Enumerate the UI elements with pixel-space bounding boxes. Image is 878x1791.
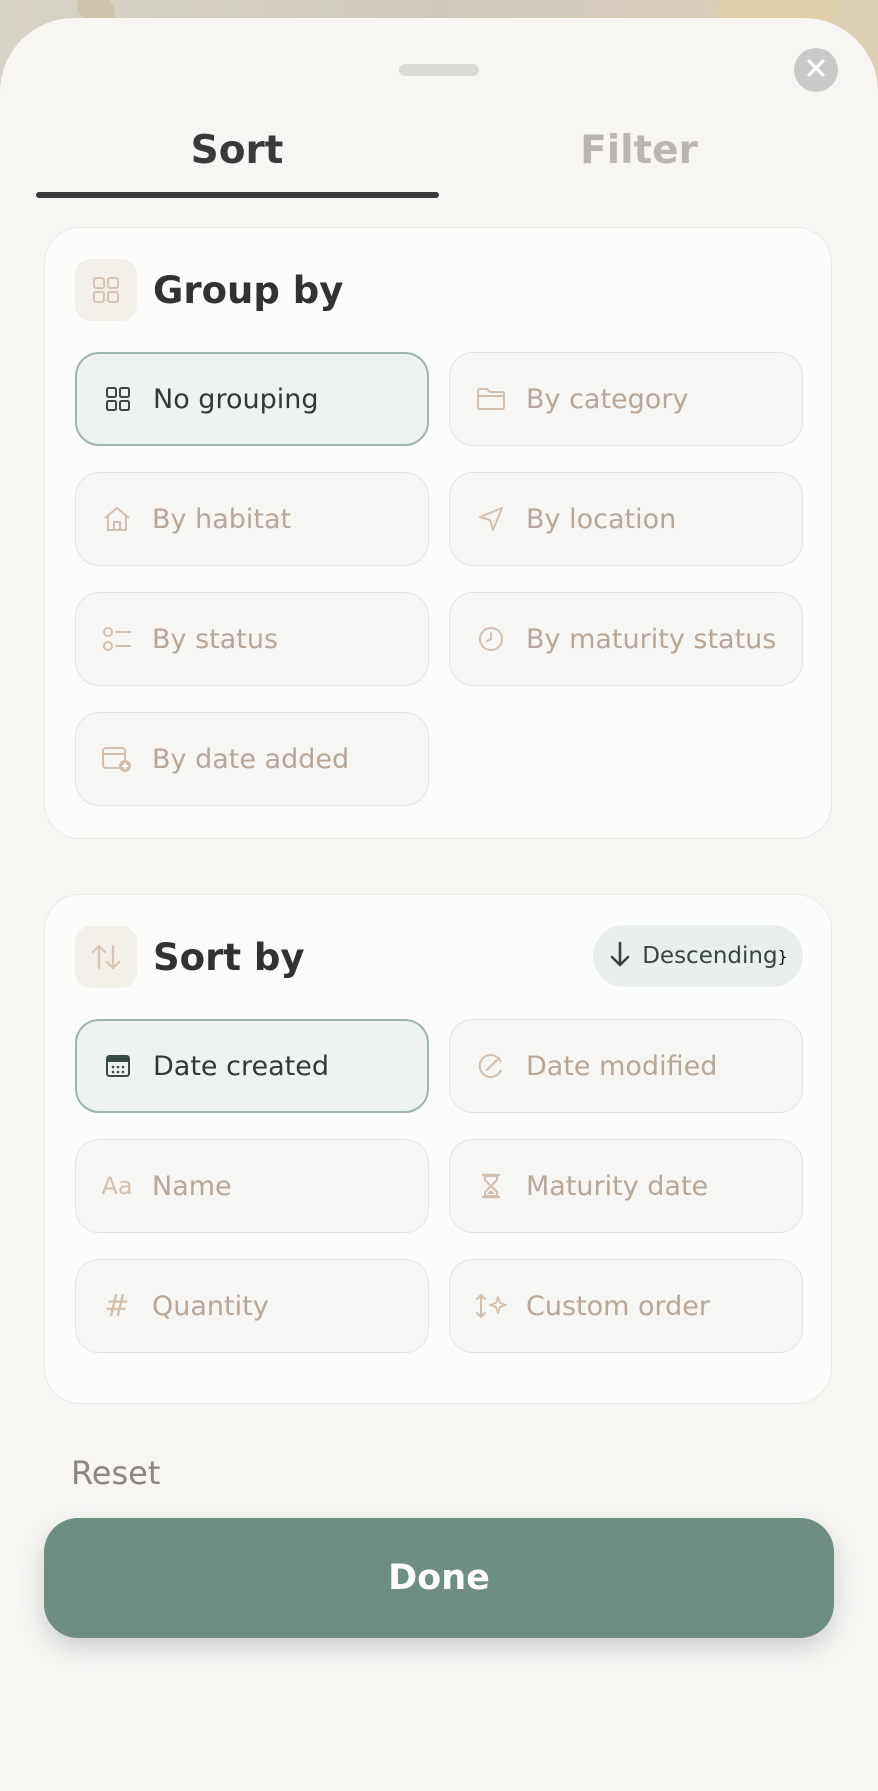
house-icon <box>100 502 134 536</box>
reset-button[interactable]: Reset <box>71 1454 160 1492</box>
calendar-add-icon <box>100 742 134 776</box>
sort-by-card: Sort by Descending } Date created Date m… <box>44 894 832 1404</box>
group-by-header: Group by <box>75 258 343 322</box>
sort-by-title: Sort by <box>153 935 305 979</box>
option-label: No grouping <box>153 383 319 415</box>
arrow-down-icon <box>608 940 632 972</box>
group-option-by-habitat[interactable]: By habitat <box>75 472 429 566</box>
tab-bar: Sort Filter <box>36 108 840 200</box>
folder-icon <box>474 382 508 416</box>
sort-option-custom-order[interactable]: Custom order <box>449 1259 803 1353</box>
option-label: Quantity <box>152 1290 269 1322</box>
active-tab-indicator <box>36 192 439 198</box>
option-label: Date created <box>153 1050 329 1082</box>
option-label: By date added <box>152 743 350 775</box>
option-label: Name <box>152 1170 232 1202</box>
option-label: Date modified <box>526 1050 718 1082</box>
grid-icon <box>101 382 135 416</box>
sort-option-name[interactable]: Aa Name <box>75 1139 429 1233</box>
sort-order-toggle[interactable]: Descending } <box>593 925 803 987</box>
group-option-by-category[interactable]: By category <box>449 352 803 446</box>
option-label: By category <box>526 383 689 415</box>
hourglass-icon <box>474 1169 508 1203</box>
sort-option-maturity-date[interactable]: Maturity date <box>449 1139 803 1233</box>
sort-by-header: Sort by <box>75 925 305 989</box>
sort-option-quantity[interactable]: # Quantity <box>75 1259 429 1353</box>
done-button[interactable]: Done <box>44 1518 834 1638</box>
hash-icon: # <box>104 1288 130 1324</box>
sheet-grabber[interactable] <box>399 64 479 76</box>
sort-sparkle-icon <box>474 1289 508 1323</box>
group-option-by-maturity-status[interactable]: By maturity status <box>449 592 803 686</box>
option-label: Maturity date <box>526 1170 709 1202</box>
text-aa-icon: Aa <box>101 1172 133 1200</box>
close-button[interactable] <box>794 48 838 92</box>
group-option-by-date-added[interactable]: By date added <box>75 712 429 806</box>
sort-option-date-created[interactable]: Date created <box>75 1019 429 1113</box>
option-label: Custom order <box>526 1290 711 1322</box>
option-label: By habitat <box>152 503 292 535</box>
option-label: By location <box>526 503 677 535</box>
tab-sort[interactable]: Sort <box>36 108 438 192</box>
group-option-by-status[interactable]: By status <box>75 592 429 686</box>
checklist-icon <box>100 622 134 656</box>
done-button-label: Done <box>388 1558 490 1598</box>
edit-clock-icon <box>474 1049 508 1083</box>
group-by-title: Group by <box>153 268 344 312</box>
group-by-card: Group by No grouping By category By habi… <box>44 227 832 839</box>
group-option-no-grouping[interactable]: No grouping <box>75 352 429 446</box>
sort-option-date-modified[interactable]: Date modified <box>449 1019 803 1113</box>
clock-icon <box>474 622 508 656</box>
sort-filter-sheet: Sort Filter Group by No grouping By cate… <box>0 18 878 1791</box>
calendar-icon <box>101 1049 135 1083</box>
option-label: By maturity status <box>526 623 777 655</box>
option-label: By status <box>152 623 279 655</box>
tab-filter[interactable]: Filter <box>438 108 840 192</box>
group-option-by-location[interactable]: By location <box>449 472 803 566</box>
location-arrow-icon <box>474 502 508 536</box>
close-icon <box>805 57 827 83</box>
grid-icon <box>75 259 137 321</box>
sort-order-label: Descending <box>642 943 778 969</box>
sort-arrows-icon <box>75 926 137 988</box>
